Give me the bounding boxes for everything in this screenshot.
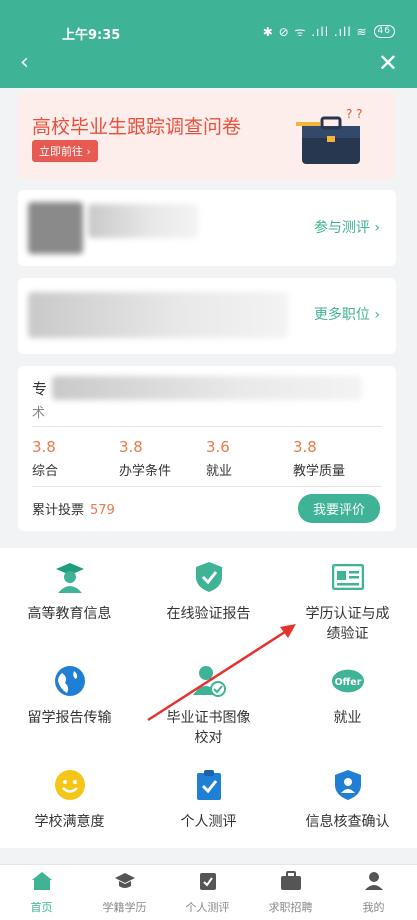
status-icons: ✱ ⊘ ᯤ .ıll .ıll ≋ 46 [263, 23, 395, 40]
tab-assessment[interactable]: 个人测评 [166, 871, 249, 915]
service-grid: 高等教育信息 在线验证报告 学历认证与成 绩验证 留学报告传输 毕业证书图像 校… [0, 548, 417, 848]
jobs-card[interactable]: 更多职位 › [18, 278, 396, 354]
service-label: 信息核查确认 [305, 814, 390, 830]
service-personal-assessment[interactable]: 个人测评 [139, 768, 278, 832]
school-name-suffix: 术 [32, 406, 46, 421]
service-info-verification[interactable]: 信息核查确认 [278, 768, 417, 832]
service-label: 学校满意度 [34, 814, 105, 830]
tab-jobs[interactable]: 求职招聘 [249, 871, 332, 915]
app-header: 上午9:35 ✱ ⊘ ᯤ .ıll .ıll ≋ 46 ‹ ✕ [0, 0, 417, 88]
blurred-image [28, 202, 83, 254]
user-icon [364, 872, 383, 890]
vote-total: 累计投票 579 [32, 499, 115, 518]
service-label: 留学报告传输 [27, 710, 112, 726]
offer-icon: Offer [331, 664, 365, 698]
svg-text:? ?: ? ? [346, 108, 363, 121]
id-card-icon [331, 560, 365, 594]
clipboard-icon [199, 873, 216, 890]
tab-label: 首页 [30, 901, 53, 914]
goto-button[interactable]: 立即前往 › [32, 140, 98, 162]
service-study-abroad-report[interactable]: 留学报告传输 [0, 664, 139, 728]
user-check-icon [192, 664, 226, 698]
score-teaching: 3.8 教学质量 [293, 438, 380, 479]
school-rating-card: 专 术 3.8 综合 3.8 办学条件 3.6 就业 3.8 教学质量 累计投票… [18, 366, 396, 531]
service-online-report[interactable]: 在线验证报告 [139, 560, 278, 624]
rate-button[interactable]: 我要评价 [297, 494, 380, 523]
score-label: 就业 [206, 464, 233, 479]
home-icon [31, 872, 52, 890]
score-conditions: 3.8 办学条件 [119, 438, 206, 479]
clipboard-check-icon [192, 768, 226, 802]
user-shield-icon [331, 768, 365, 802]
score-value: 3.8 [32, 438, 56, 456]
more-jobs-link[interactable]: 更多职位 › [314, 304, 380, 324]
briefcase-icon: ? ? [296, 108, 363, 164]
graduate-icon [53, 560, 87, 594]
status-signal-icons: ✱ ⊘ ᯤ .ıll .ıll ≋ [262, 25, 368, 39]
blurred-school-name [52, 376, 362, 400]
svg-text:Offer: Offer [334, 677, 361, 688]
service-certificate-image-check[interactable]: 毕业证书图像 校对 [139, 664, 278, 748]
cap-icon [114, 873, 135, 888]
tab-education[interactable]: 学籍学历 [83, 871, 166, 915]
score-value: 3.8 [293, 438, 317, 456]
service-label: 高等教育信息 [27, 606, 112, 622]
blurred-job-info [28, 292, 288, 338]
back-icon[interactable]: ‹ [20, 50, 29, 75]
score-value: 3.6 [206, 438, 230, 456]
service-label: 毕业证书图像 校对 [166, 710, 251, 746]
smiley-icon [53, 768, 87, 802]
tab-home[interactable]: 首页 [0, 871, 83, 915]
service-label: 个人测评 [180, 814, 237, 830]
shield-check-icon [192, 560, 226, 594]
service-label: 学历认证与成 绩验证 [305, 606, 390, 642]
service-higher-education-info[interactable]: 高等教育信息 [0, 560, 139, 624]
tab-label: 求职招聘 [268, 901, 313, 914]
score-overall: 3.8 综合 [32, 438, 119, 479]
service-degree-certification[interactable]: 学历认证与成 绩验证 [278, 560, 417, 644]
vote-label: 累计投票 [32, 503, 85, 518]
divider [32, 426, 382, 427]
score-employment: 3.6 就业 [206, 438, 293, 479]
score-label: 综合 [32, 464, 59, 479]
banner-title: 高校毕业生跟踪调查问卷 [32, 116, 242, 138]
service-employment[interactable]: Offer 就业 [278, 664, 417, 728]
assessment-card[interactable]: 参与测评 › [18, 190, 396, 266]
vote-count: 579 [90, 503, 115, 518]
survey-banner[interactable]: 高校毕业生跟踪调查问卷 立即前往 › ? ? [18, 92, 396, 179]
globe-icon [53, 664, 87, 698]
score-value: 3.8 [119, 438, 143, 456]
tab-label: 学籍学历 [102, 901, 147, 914]
tab-label: 我的 [362, 901, 385, 914]
tab-label: 个人测评 [185, 901, 230, 914]
service-school-satisfaction[interactable]: 学校满意度 [0, 768, 139, 832]
tab-profile[interactable]: 我的 [332, 871, 415, 915]
divider [32, 486, 382, 487]
score-grid: 3.8 综合 3.8 办学条件 3.6 就业 3.8 教学质量 [32, 438, 382, 479]
bottom-tabbar: 首页 学籍学历 个人测评 求职招聘 我的 [0, 864, 417, 920]
blurred-text [88, 204, 198, 238]
battery-icon: 46 [373, 25, 395, 38]
service-label: 在线验证报告 [166, 606, 251, 622]
close-icon[interactable]: ✕ [378, 49, 398, 77]
score-label: 办学条件 [119, 464, 172, 479]
status-time: 上午9:35 [62, 28, 121, 43]
school-name-prefix: 专 [32, 380, 48, 398]
score-label: 教学质量 [293, 464, 346, 479]
service-label: 就业 [333, 710, 362, 726]
join-assessment-link[interactable]: 参与测评 › [314, 217, 380, 237]
briefcase-icon [280, 871, 301, 890]
